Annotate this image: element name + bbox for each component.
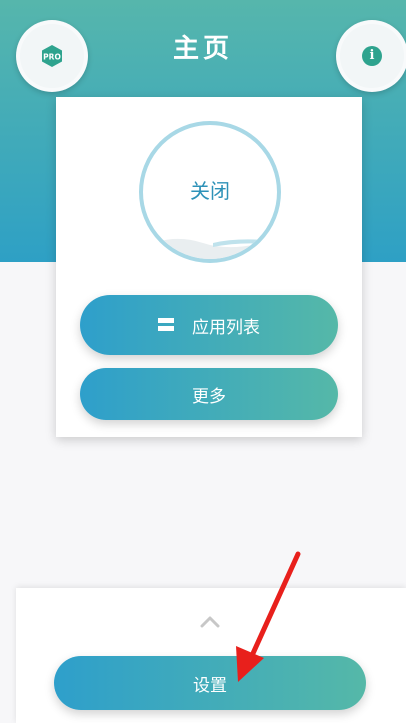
pro-hexagon-icon: PRO	[42, 45, 62, 67]
home-screen: 主页 PRO i 关闭 应用列表 更多 设置	[0, 0, 406, 723]
app-list-label: 应用列表	[192, 317, 260, 338]
list-icon	[158, 318, 174, 332]
settings-button[interactable]: 设置	[54, 656, 366, 710]
more-button[interactable]: 更多	[80, 368, 338, 420]
info-icon: i	[362, 46, 382, 66]
settings-label: 设置	[193, 675, 227, 696]
info-button[interactable]: i	[336, 20, 406, 92]
status-label: 关闭	[190, 179, 230, 203]
pro-badge-text: PRO	[43, 52, 61, 61]
bottom-sheet: 设置	[16, 588, 406, 723]
more-label: 更多	[192, 386, 226, 407]
main-card: 关闭 应用列表 更多	[56, 97, 362, 437]
status-toggle[interactable]: 关闭	[139, 121, 281, 263]
chevron-up-icon[interactable]	[200, 614, 220, 628]
app-list-button[interactable]: 应用列表	[80, 295, 338, 355]
wave-decoration	[143, 238, 277, 259]
pro-button[interactable]: PRO	[16, 20, 88, 92]
